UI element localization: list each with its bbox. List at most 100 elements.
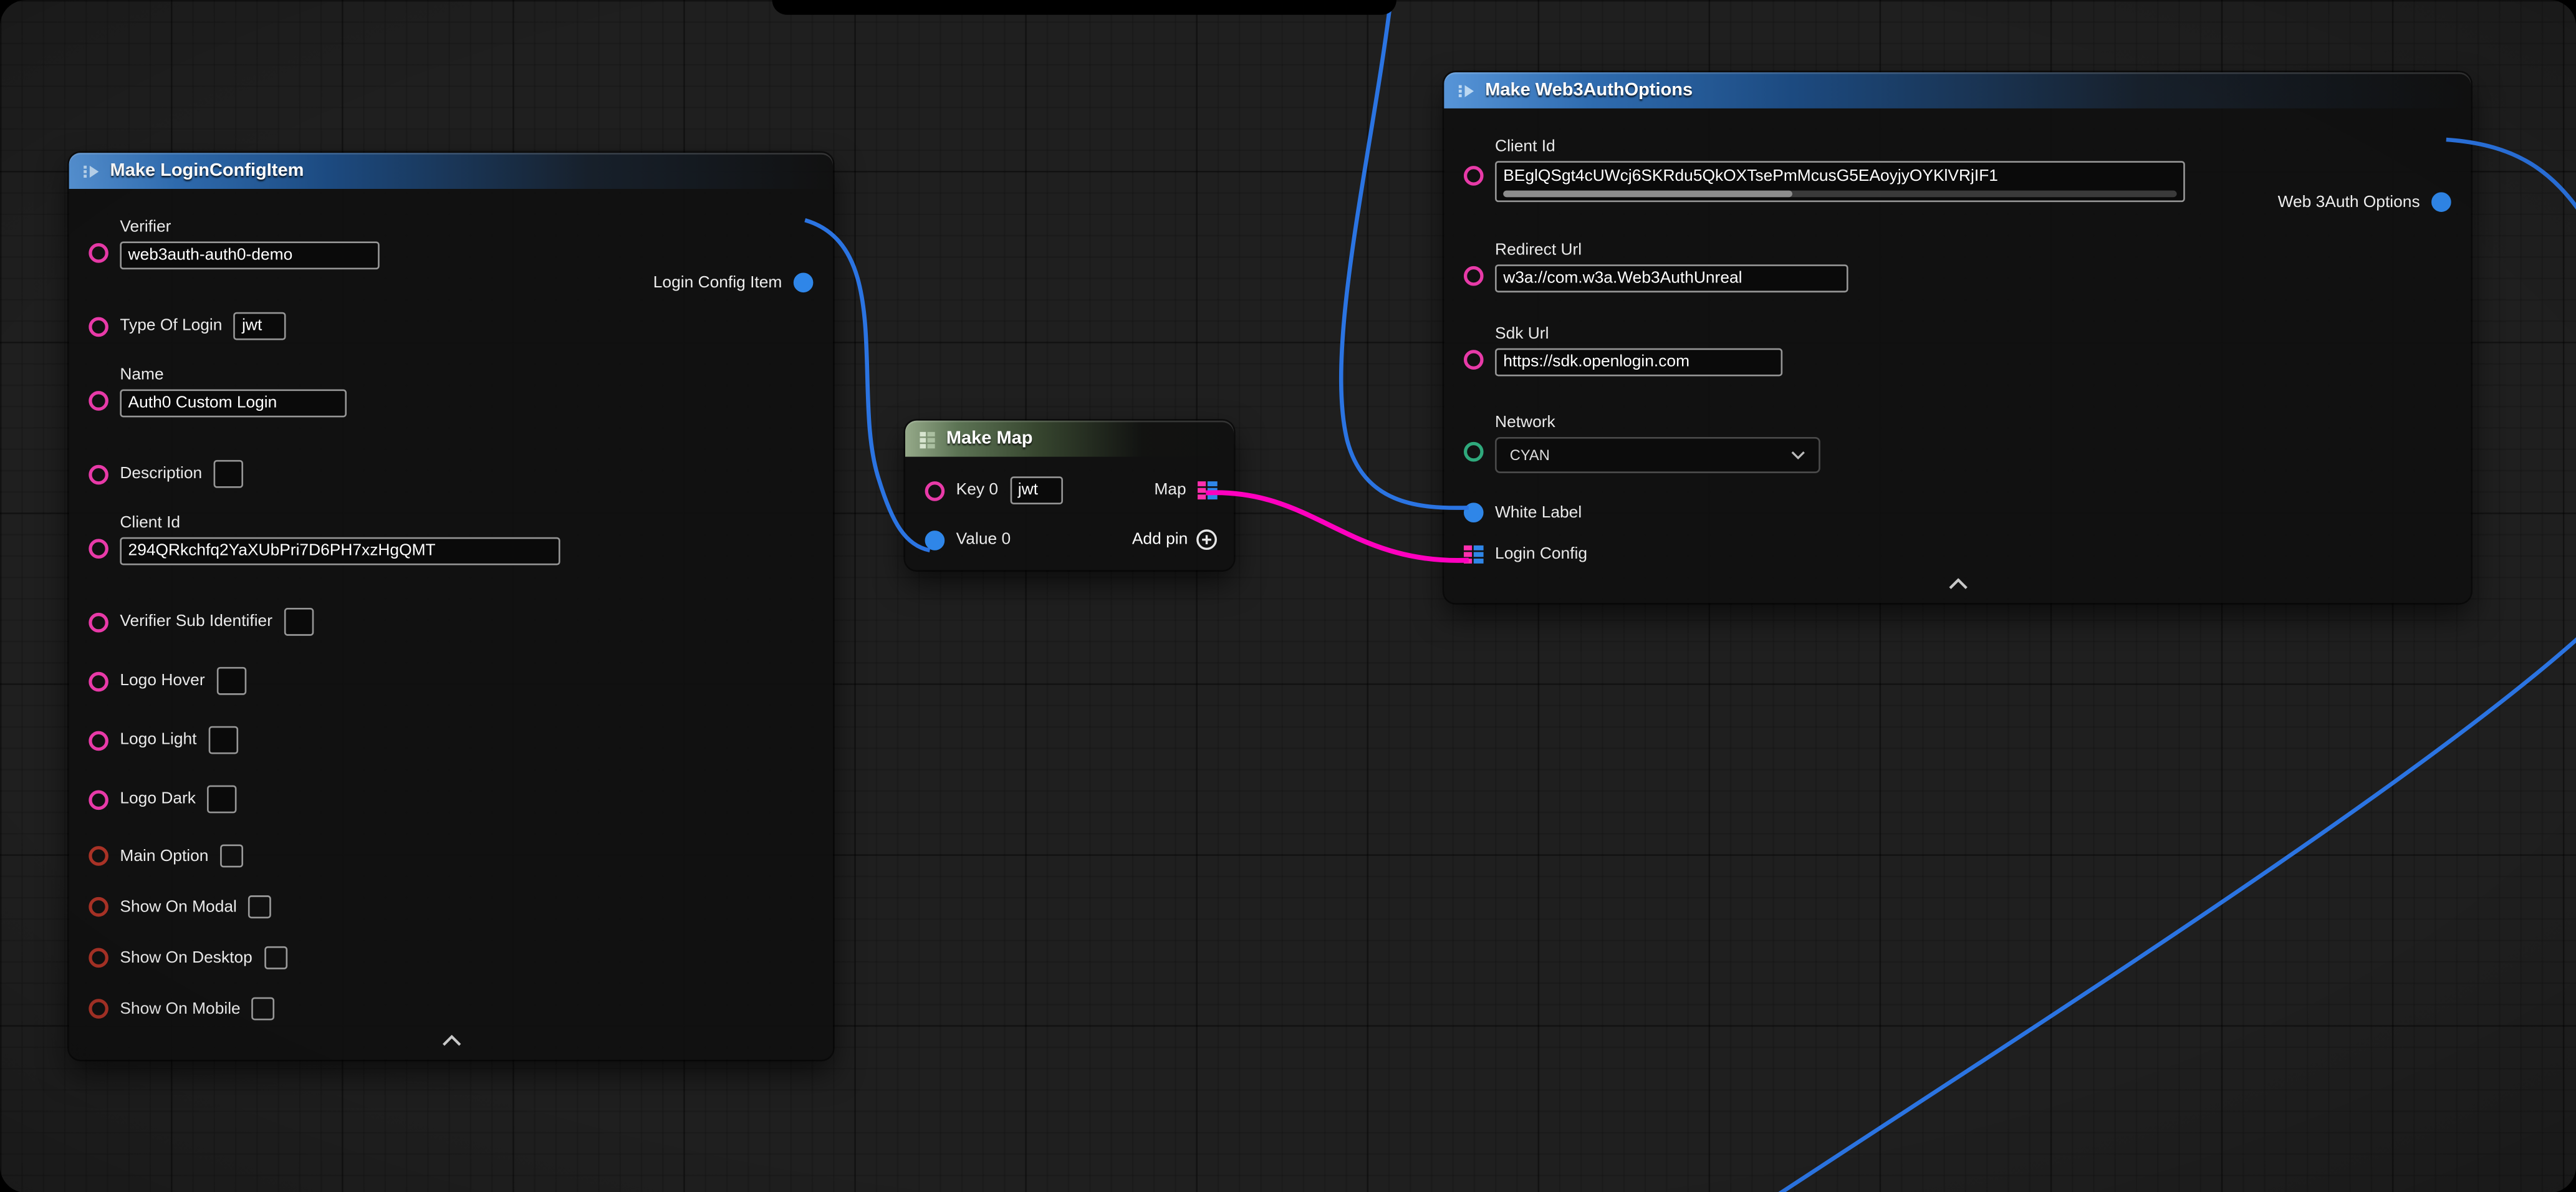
string-pin[interactable] xyxy=(89,391,108,411)
field-label: Logo Hover xyxy=(120,672,204,690)
map-output-label: Map xyxy=(1154,481,1186,499)
verifier-input[interactable]: web3auth-auth0-demo xyxy=(120,241,379,269)
network-value: CYAN xyxy=(1510,447,1550,463)
field-label: Show On Desktop xyxy=(120,949,252,967)
type-of-login-input[interactable]: jwt xyxy=(234,312,286,340)
field-row-network: Network CYAN xyxy=(1464,414,2454,473)
field-row-redirect-url: Redirect Url w3a://com.w3a.Web3AuthUnrea… xyxy=(1464,241,2454,292)
node-header[interactable]: Make Map xyxy=(905,421,1234,457)
field-row-login-config: Login Config xyxy=(1464,546,2454,564)
value0-pin[interactable] xyxy=(925,530,945,550)
string-pin[interactable] xyxy=(89,464,108,484)
field-row-logo-dark: Logo Dark xyxy=(89,786,816,814)
add-pin-plus-icon xyxy=(1196,529,1217,550)
map-key-row: Key 0 jwt Map xyxy=(925,476,1218,504)
client-id-scrollbar-thumb[interactable] xyxy=(1503,191,1793,198)
field-row-verifier-sub-identifier: Verifier Sub Identifier xyxy=(89,608,816,636)
node-title: Make LoginConfigItem xyxy=(110,161,304,181)
field-label: Login Config xyxy=(1495,546,1587,564)
string-pin[interactable] xyxy=(89,612,108,632)
output-label: Login Config Item xyxy=(653,274,782,292)
bool-pin[interactable] xyxy=(89,948,108,968)
string-pin[interactable] xyxy=(89,671,108,691)
field-row-show-on-desktop: Show On Desktop xyxy=(89,946,816,969)
field-label: Show On Modal xyxy=(120,898,237,916)
collapse-node-control[interactable] xyxy=(1444,579,2471,590)
logo-hover-input[interactable] xyxy=(216,667,246,695)
field-label: Logo Dark xyxy=(120,791,196,809)
field-row-type-of-login: Type Of Login jwt xyxy=(89,312,816,340)
field-label: Description xyxy=(120,465,202,483)
show-on-desktop-checkbox[interactable] xyxy=(264,946,287,969)
chevron-up-icon xyxy=(1948,579,1968,590)
chevron-down-icon xyxy=(1790,450,1805,460)
bool-pin[interactable] xyxy=(89,897,108,917)
node-make-map[interactable]: Make Map Key 0 jwt Map xyxy=(905,421,1234,570)
wire-map-to-login-config[interactable] xyxy=(1206,493,1469,560)
field-label: Verifier xyxy=(120,218,379,236)
show-on-mobile-checkbox[interactable] xyxy=(252,997,275,1021)
field-label: Main Option xyxy=(120,847,208,865)
sdk-url-input[interactable]: https://sdk.openlogin.com xyxy=(1495,348,1782,377)
field-label: Client Id xyxy=(120,514,560,532)
field-row-logo-hover: Logo Hover xyxy=(89,667,816,695)
verifier-sub-identifier-input[interactable] xyxy=(284,608,313,636)
field-label: White Label xyxy=(1495,504,1582,522)
graph-canvas[interactable]: Make LoginConfigItem Login Config Item V… xyxy=(0,0,2576,1192)
output-label: Web 3Auth Options xyxy=(2278,193,2420,211)
node-header[interactable]: Make Web3AuthOptions xyxy=(1444,72,2471,108)
client-id-input[interactable]: 294QRkchfq2YaXUbPri7D6PH7xzHgQMT xyxy=(120,537,560,565)
string-pin[interactable] xyxy=(1464,266,1484,286)
map-value-row: Value 0 Add pin xyxy=(925,529,1218,550)
screen-notch xyxy=(772,0,1396,15)
key0-label: Key 0 xyxy=(956,481,998,499)
client-id-input[interactable]: BEglQSgt4cUWcj6SKRdu5QkOXTsePmMcusG5EAoy… xyxy=(1495,161,2185,202)
field-row-white-label: White Label xyxy=(1464,502,2454,522)
field-label: Network xyxy=(1495,414,1820,432)
field-label: Show On Mobile xyxy=(120,1000,240,1018)
login-config-item-output-pin[interactable] xyxy=(794,272,814,292)
collapse-node-control[interactable] xyxy=(69,1035,833,1046)
string-pin[interactable] xyxy=(1464,166,1484,186)
output-pin-row: Web 3Auth Options xyxy=(2278,192,2451,212)
logo-light-input[interactable] xyxy=(208,726,238,754)
key0-input[interactable]: jwt xyxy=(1010,476,1062,504)
node-make-web3authoptions[interactable]: Make Web3AuthOptions Web 3Auth Options C… xyxy=(1444,72,2471,603)
string-pin[interactable] xyxy=(1464,350,1484,370)
field-label: Sdk Url xyxy=(1495,325,1782,344)
field-label: Redirect Url xyxy=(1495,241,1848,259)
add-pin-label: Add pin xyxy=(1132,531,1188,549)
field-row-logo-light: Logo Light xyxy=(89,726,816,754)
client-id-scrollbar[interactable] xyxy=(1503,191,2176,198)
field-label: Type Of Login xyxy=(120,317,222,335)
description-input[interactable] xyxy=(214,460,243,488)
enum-pin[interactable] xyxy=(1464,442,1484,462)
field-row-description: Description xyxy=(89,460,816,488)
main-option-checkbox[interactable] xyxy=(220,844,243,867)
redirect-url-input[interactable]: w3a://com.w3a.Web3AuthUnreal xyxy=(1495,264,1848,292)
add-pin-button[interactable]: Add pin xyxy=(1132,529,1218,550)
node-title: Make Web3AuthOptions xyxy=(1485,80,1693,100)
name-input[interactable]: Auth0 Custom Login xyxy=(120,390,347,418)
wire-bottom-right-diagonal[interactable] xyxy=(1771,634,2576,1192)
chevron-up-icon xyxy=(441,1035,461,1046)
show-on-modal-checkbox[interactable] xyxy=(248,895,271,918)
string-pin[interactable] xyxy=(89,789,108,809)
string-pin[interactable] xyxy=(925,481,945,501)
bool-pin[interactable] xyxy=(89,846,108,866)
make-struct-icon xyxy=(1457,81,1475,99)
network-dropdown[interactable]: CYAN xyxy=(1495,437,1820,473)
web3auth-options-output-pin[interactable] xyxy=(2431,192,2451,212)
string-pin[interactable] xyxy=(89,539,108,559)
string-pin[interactable] xyxy=(89,243,108,263)
string-pin[interactable] xyxy=(89,316,108,336)
field-row-main-option: Main Option xyxy=(89,844,816,867)
logo-dark-input[interactable] xyxy=(207,786,236,814)
bool-pin[interactable] xyxy=(89,999,108,1019)
node-header[interactable]: Make LoginConfigItem xyxy=(69,153,833,189)
string-pin[interactable] xyxy=(89,730,108,750)
node-make-loginconfigitem[interactable]: Make LoginConfigItem Login Config Item V… xyxy=(69,153,833,1060)
field-row-show-on-mobile: Show On Mobile xyxy=(89,997,816,1021)
field-row-show-on-modal: Show On Modal xyxy=(89,895,816,918)
field-row-sdk-url: Sdk Url https://sdk.openlogin.com xyxy=(1464,325,2454,377)
